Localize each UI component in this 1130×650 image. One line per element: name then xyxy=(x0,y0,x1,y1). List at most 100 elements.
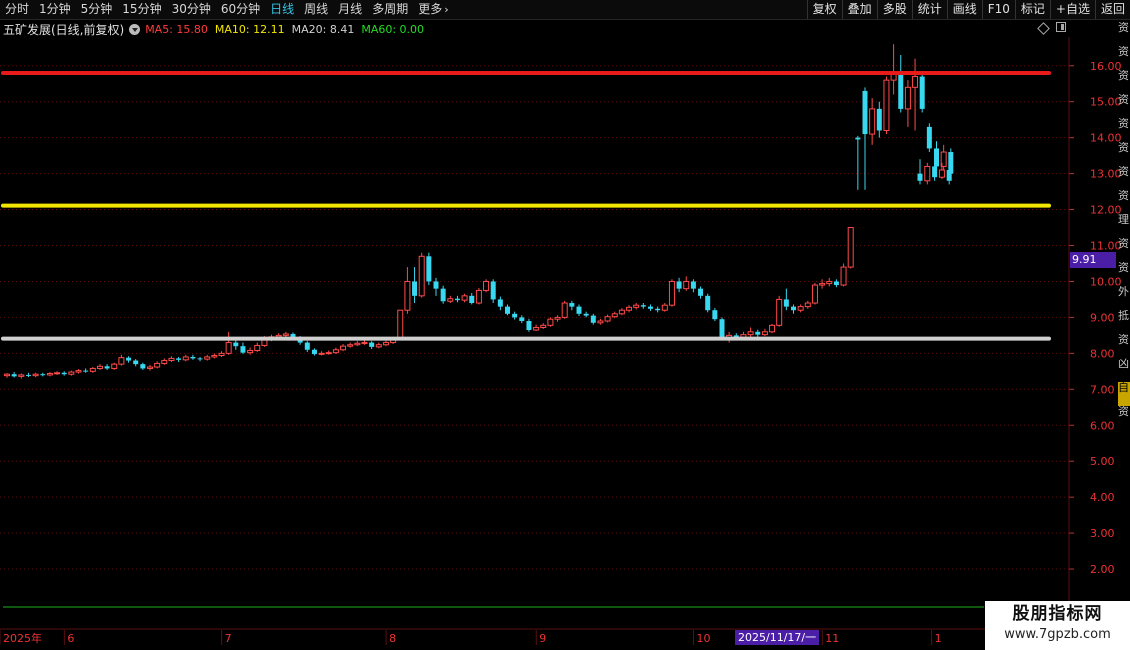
candle xyxy=(661,303,668,312)
period-tab-5[interactable]: 60分钟 xyxy=(216,0,265,19)
toggle-indicator-icon[interactable] xyxy=(129,23,141,35)
x-tick-label: 1 xyxy=(935,632,942,645)
candle-body xyxy=(698,288,704,296)
period-tab-9[interactable]: 多周期 xyxy=(367,0,413,19)
side-tab-14[interactable]: 凶 xyxy=(1118,358,1130,382)
side-tab-2[interactable]: 资 xyxy=(1118,70,1130,94)
candle-body xyxy=(361,342,368,345)
candle-body xyxy=(190,356,196,359)
diamond-icon[interactable] xyxy=(1037,22,1050,35)
side-tab-0[interactable]: 资 xyxy=(1118,22,1130,46)
x-tick-label: 11 xyxy=(825,632,839,645)
candle xyxy=(919,72,925,113)
period-tab-3[interactable]: 15分钟 xyxy=(117,0,166,19)
period-tabs: 分时 1分钟 5分钟 15分钟 30分钟 60分钟 日线 周线 月线 多周期 更多 xyxy=(0,0,447,19)
candle xyxy=(705,293,711,313)
period-tab-6[interactable]: 日线 xyxy=(265,0,299,19)
chevron-right-icon[interactable]: › xyxy=(444,0,448,19)
side-tab-3[interactable]: 资 xyxy=(1118,94,1130,118)
candle xyxy=(519,315,525,324)
y-tick-label: 12.00 xyxy=(1090,204,1122,217)
candle-body xyxy=(176,358,182,360)
candle xyxy=(811,282,818,305)
candle-body xyxy=(576,306,582,314)
candle xyxy=(655,306,661,313)
side-tab-7[interactable]: 资 xyxy=(1118,190,1130,214)
period-tab-10[interactable]: 更多 xyxy=(413,0,447,19)
candle-body xyxy=(54,372,61,375)
side-tab-16[interactable]: 资 xyxy=(1118,406,1130,430)
side-tab-10[interactable]: 资 xyxy=(1118,262,1130,286)
side-tab-12[interactable]: 抵 xyxy=(1118,310,1130,334)
candle-body xyxy=(926,126,932,149)
tool-button-4[interactable]: 画线 xyxy=(946,0,982,19)
candle-body xyxy=(483,280,490,291)
candle xyxy=(11,372,17,378)
period-tab-2[interactable]: 5分钟 xyxy=(76,0,118,19)
tool-button-8[interactable]: 返回 xyxy=(1094,0,1130,19)
candle-body xyxy=(118,357,125,365)
candle-body xyxy=(840,266,847,286)
candle xyxy=(89,367,96,373)
candle xyxy=(218,351,225,357)
candle xyxy=(4,373,10,378)
candle xyxy=(311,348,317,356)
tool-button-5[interactable]: F10 xyxy=(981,0,1015,19)
side-tab-6[interactable]: 资 xyxy=(1118,166,1130,190)
tool-button-2[interactable]: 多股 xyxy=(876,0,912,19)
tool-button-7[interactable]: +自选 xyxy=(1049,0,1095,19)
period-tab-4[interactable]: 30分钟 xyxy=(167,0,216,19)
candle xyxy=(576,304,582,316)
side-tab-9[interactable]: 资 xyxy=(1118,238,1130,262)
candle-body xyxy=(847,227,854,268)
candle-body xyxy=(40,374,46,376)
candle-body xyxy=(382,342,389,346)
side-tab-8[interactable]: 理 xyxy=(1118,214,1130,238)
tool-button-1[interactable]: 叠加 xyxy=(841,0,877,19)
tool-button-6[interactable]: 标记 xyxy=(1014,0,1050,19)
candle-body xyxy=(661,304,668,311)
side-tab-15[interactable]: 自 xyxy=(1118,382,1130,406)
period-tab-0[interactable]: 分时 xyxy=(0,0,34,19)
side-tab-4[interactable]: 资 xyxy=(1118,118,1130,142)
candle xyxy=(583,311,589,318)
candle-body xyxy=(540,324,547,328)
side-tab-1[interactable]: 资 xyxy=(1118,46,1130,70)
y-tick-label: 2.00 xyxy=(1090,563,1115,576)
layout-toggle-icon[interactable] xyxy=(1056,22,1066,32)
candle xyxy=(347,342,354,348)
period-tab-1[interactable]: 1分钟 xyxy=(34,0,76,19)
period-tab-7[interactable]: 周线 xyxy=(299,0,333,19)
candle xyxy=(304,341,310,352)
candle xyxy=(147,364,153,371)
candle-body xyxy=(161,360,168,364)
candle xyxy=(354,341,361,347)
price-level-lines[interactable] xyxy=(1,70,1051,341)
candle xyxy=(898,54,904,113)
candle-body xyxy=(690,281,696,289)
candlestick-chart[interactable]: 2.00 3.00 4.00 5.00 6.00 7.00 8.00 9.00 10.00 11.… xyxy=(0,0,1130,650)
tool-button-0[interactable]: 复权 xyxy=(806,0,842,19)
candle xyxy=(698,286,704,299)
candle xyxy=(104,364,110,370)
candle-body xyxy=(25,374,31,376)
candle xyxy=(483,279,490,293)
side-tab-13[interactable]: 资 xyxy=(1118,334,1130,358)
candle xyxy=(475,287,482,305)
candle-body xyxy=(68,371,75,375)
candle xyxy=(505,304,510,316)
candle-body xyxy=(61,372,67,375)
candle xyxy=(540,323,547,329)
period-tab-8[interactable]: 月线 xyxy=(333,0,367,19)
candle xyxy=(61,371,67,376)
candle xyxy=(791,304,796,314)
candle-body xyxy=(917,173,923,181)
y-tick-label: 13.00 xyxy=(1090,168,1122,181)
candle-body xyxy=(469,295,475,304)
candle xyxy=(190,354,196,360)
candle-body xyxy=(182,356,189,361)
side-tab-5[interactable]: 资 xyxy=(1118,142,1130,166)
side-tab-11[interactable]: 外 xyxy=(1118,286,1130,310)
ma-value-2: MA20: 8.41 xyxy=(291,22,355,36)
tool-button-3[interactable]: 统计 xyxy=(911,0,947,19)
